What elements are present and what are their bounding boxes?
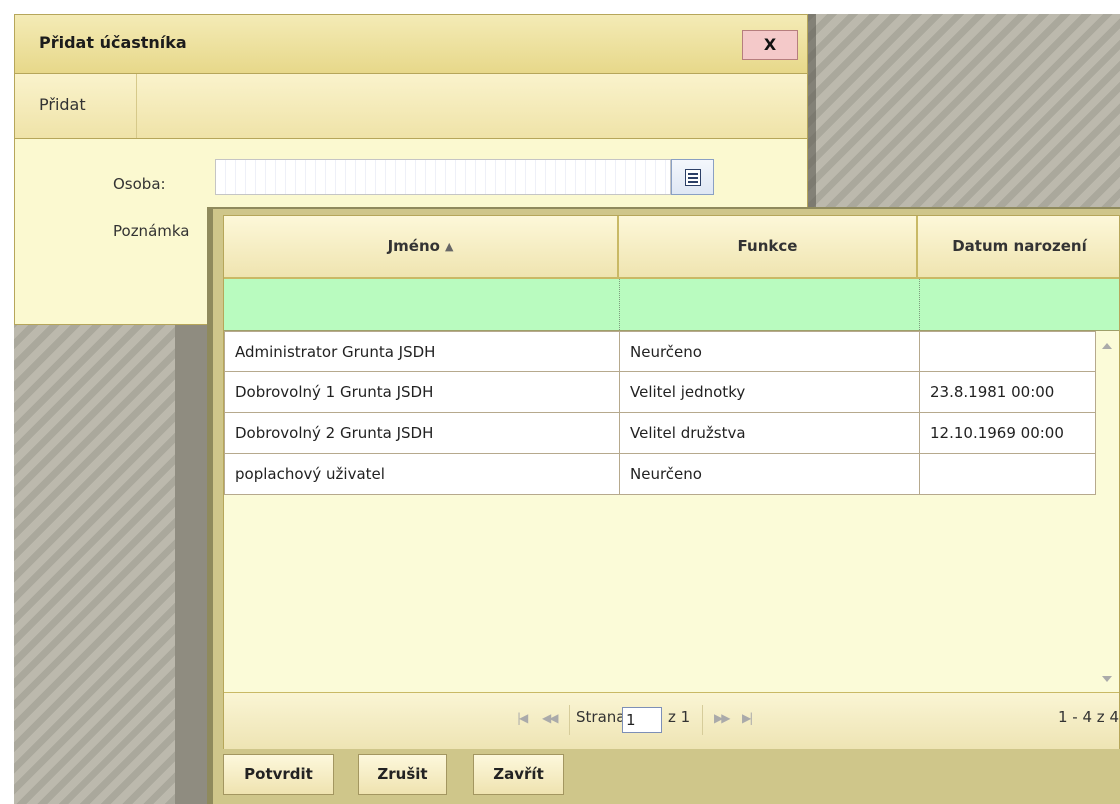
osoba-field[interactable] <box>215 159 671 195</box>
scroll-down-arrow-icon[interactable] <box>1102 676 1112 682</box>
table-row[interactable]: Administrator Grunta JSDH Neurčeno <box>224 331 1096 372</box>
cancel-button[interactable]: Zrušit <box>358 754 447 795</box>
background-edge-left <box>0 0 14 804</box>
cell-birthdate: 23.8.1981 00:00 <box>919 372 1096 413</box>
sort-icon: ▲ <box>444 240 454 253</box>
record-summary: 1 - 4 z 4 <box>1058 708 1119 726</box>
cell-birthdate <box>919 331 1096 372</box>
cell-function: Velitel družstva <box>619 413 920 454</box>
tab-add-label: Přidat <box>39 95 86 114</box>
cell-name: Dobrovolný 1 Grunta JSDH <box>224 372 620 413</box>
pager: |◀ ◀◀ Strana 1 z 1 ▶▶ ▶| 1 - 4 z 4 <box>224 692 1119 749</box>
page-count: z 1 <box>668 708 691 726</box>
person-picker-button[interactable] <box>671 159 714 195</box>
last-page-icon[interactable]: ▶| <box>742 711 753 725</box>
prev-page-icon[interactable]: ◀◀ <box>542 711 559 725</box>
pager-separator <box>702 705 703 735</box>
table-row[interactable]: Dobrovolný 2 Grunta JSDH Velitel družstv… <box>224 413 1096 454</box>
grid-body: Administrator Grunta JSDH Neurčeno Dobro… <box>224 331 1096 495</box>
column-header-name[interactable]: Jméno ▲ <box>224 216 619 277</box>
table-row[interactable]: poplachový uživatel Neurčeno <box>224 454 1096 495</box>
column-header-name-label: Jméno <box>387 237 440 255</box>
list-icon <box>685 169 701 186</box>
scroll-up-arrow-icon[interactable] <box>1102 343 1112 349</box>
column-header-function[interactable]: Funkce <box>619 216 918 277</box>
grid-header: Jméno ▲ Funkce Datum narození <box>224 216 1119 279</box>
cell-function: Neurčeno <box>619 331 920 372</box>
dialog-title: Přidat účastníka <box>39 33 187 52</box>
close-dialog-button[interactable]: X <box>742 30 798 60</box>
cell-name: Dobrovolný 2 Grunta JSDH <box>224 413 620 454</box>
person-select-popup: Jméno ▲ Funkce Datum narození Administrat… <box>207 207 1120 804</box>
dialog-header: Přidat účastníka X <box>15 15 807 74</box>
pager-separator <box>569 705 570 735</box>
page-label: Strana <box>576 708 626 726</box>
poznamka-label: Poznámka <box>113 222 190 240</box>
cell-function: Neurčeno <box>619 454 920 495</box>
table-row[interactable]: Dobrovolný 1 Grunta JSDH Velitel jednotk… <box>224 372 1096 413</box>
background-edge-top <box>0 0 1120 14</box>
osoba-label: Osoba: <box>113 175 166 193</box>
person-grid: Jméno ▲ Funkce Datum narození Administrat… <box>223 215 1120 749</box>
close-button[interactable]: Zavřít <box>473 754 564 795</box>
filter-birthdate[interactable] <box>920 279 1120 330</box>
cell-birthdate: 12.10.1969 00:00 <box>919 413 1096 454</box>
next-page-icon[interactable]: ▶▶ <box>714 711 731 725</box>
grid-scrollbar[interactable] <box>1096 331 1120 693</box>
cell-name: Administrator Grunta JSDH <box>224 331 620 372</box>
first-page-icon[interactable]: |◀ <box>517 711 528 725</box>
column-header-birthdate[interactable]: Datum narození <box>918 216 1120 277</box>
dialog-shadow <box>808 14 816 208</box>
filter-row <box>224 279 1119 331</box>
dialog-toolbar: Přidat <box>15 74 807 139</box>
filter-name[interactable] <box>224 279 620 330</box>
tab-add[interactable]: Přidat <box>15 74 137 138</box>
cell-function: Velitel jednotky <box>619 372 920 413</box>
cell-birthdate <box>919 454 1096 495</box>
confirm-button[interactable]: Potvrdit <box>223 754 334 795</box>
column-header-birthdate-label: Datum narození <box>952 237 1087 255</box>
column-header-function-label: Funkce <box>737 237 798 255</box>
cell-name: poplachový uživatel <box>224 454 620 495</box>
filter-function[interactable] <box>620 279 920 330</box>
page-number-input[interactable]: 1 <box>622 707 662 733</box>
